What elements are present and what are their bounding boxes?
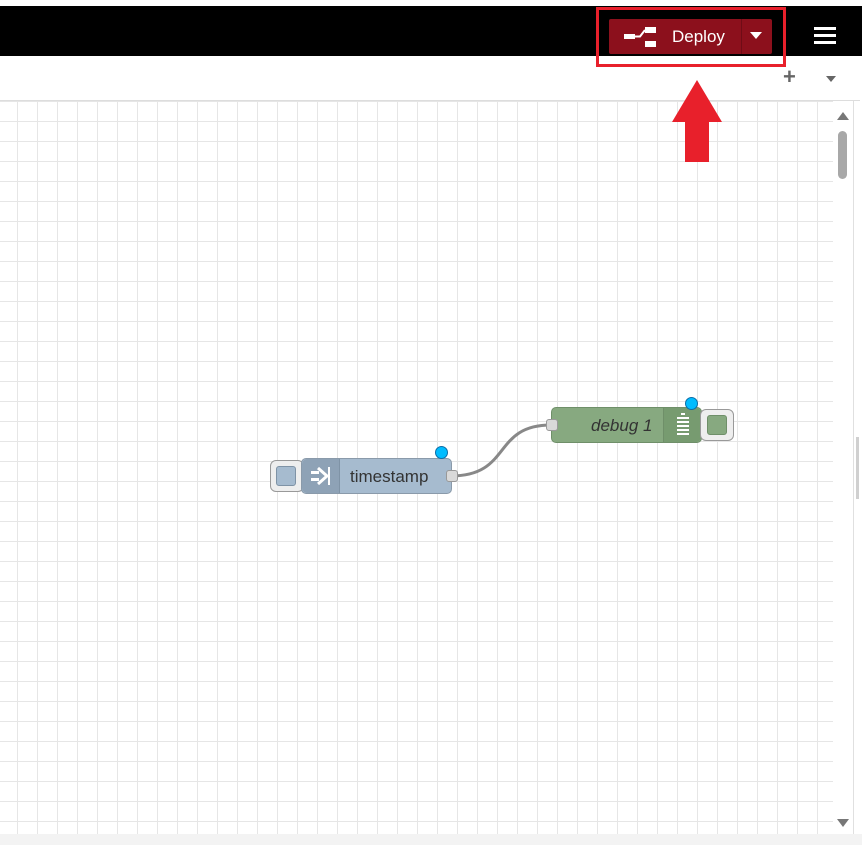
add-flow-button[interactable]: +	[783, 66, 796, 88]
scroll-up-icon[interactable]	[837, 112, 849, 120]
debug-list-icon	[663, 408, 701, 442]
tab-list-caret-icon[interactable]	[826, 76, 836, 82]
debug-changed-indicator	[685, 397, 698, 410]
arrow-in-icon	[302, 459, 340, 493]
inject-node-label: timestamp	[350, 467, 429, 486]
vertical-scrollbar[interactable]	[833, 101, 853, 834]
inject-output-port[interactable]	[446, 470, 458, 482]
sidebar-splitter-handle[interactable]	[856, 437, 859, 499]
scroll-down-icon[interactable]	[837, 819, 849, 827]
inject-changed-indicator	[435, 446, 448, 459]
inject-node[interactable]: timestamp	[301, 458, 452, 494]
debug-toggle-button[interactable]	[700, 409, 734, 441]
inject-trigger-button[interactable]	[270, 460, 304, 492]
wire	[450, 423, 552, 478]
debug-node-label: debug 1	[591, 416, 653, 435]
highlight-annotation	[596, 7, 786, 67]
up-arrow-icon	[672, 80, 722, 162]
bottom-bar	[0, 834, 862, 845]
debug-input-port[interactable]	[546, 419, 558, 431]
scrollbar-thumb[interactable]	[838, 131, 847, 179]
workspace-canvas[interactable]: timestamp debug 1	[0, 101, 833, 834]
node-red-editor: Deploy + timestamp debug 1	[0, 0, 867, 845]
hamburger-menu-icon[interactable]	[812, 25, 838, 49]
debug-node[interactable]: debug 1	[551, 407, 702, 443]
